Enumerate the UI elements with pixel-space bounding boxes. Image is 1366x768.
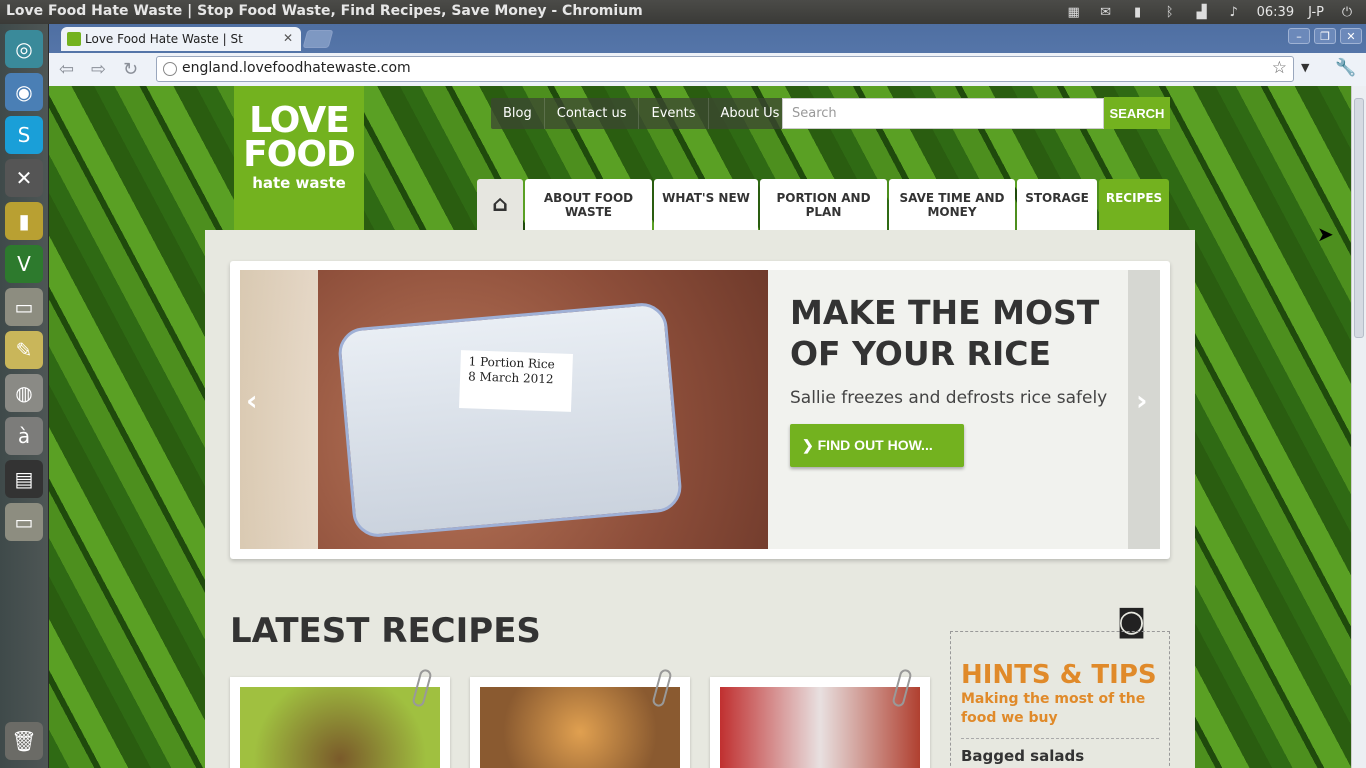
url-text: england.lovefoodhatewaste.com: [182, 60, 411, 76]
maximize-icon[interactable]: ❐: [1314, 28, 1336, 44]
recipe-card[interactable]: [710, 668, 930, 768]
recipe-card[interactable]: [230, 668, 450, 768]
slide-heading: MAKE THE MOST OF YOUR RICE: [790, 293, 1100, 373]
os-top-bar: Love Food Hate Waste | Stop Food Waste, …: [0, 0, 1366, 24]
site-logo[interactable]: LOVE FOOD hate waste: [234, 86, 364, 246]
scrollbar-thumb[interactable]: [1354, 98, 1364, 338]
recipe-image: [480, 687, 680, 768]
close-tab-icon[interactable]: ✕: [283, 31, 293, 45]
hints-title: HINTS & TIPS: [961, 660, 1157, 690]
search-button[interactable]: SEARCH: [1104, 97, 1170, 129]
settings-icon[interactable]: ✕: [5, 159, 43, 197]
browser-toolbar: ⇦ ⇨ ↻ england.lovefoodhatewaste.com ☆ ▼ …: [49, 53, 1366, 86]
terminal-icon[interactable]: ▤: [5, 460, 43, 498]
page-scrollbar[interactable]: [1351, 86, 1366, 768]
new-tab-button[interactable]: [302, 30, 334, 48]
files-icon[interactable]: ▭: [5, 288, 43, 326]
tab-recipes[interactable]: RECIPES: [1099, 179, 1169, 230]
next-arrow-icon[interactable]: ›: [1136, 384, 1148, 417]
character-map-icon[interactable]: à: [5, 417, 43, 455]
back-icon[interactable]: ⇦: [59, 59, 74, 80]
keyboard-icon[interactable]: ▦: [1065, 4, 1083, 20]
hints-link-bagged-salads[interactable]: Bagged salads: [961, 747, 1159, 765]
reload-icon[interactable]: ↻: [123, 59, 138, 80]
main-nav: ⌂ ABOUT FOOD WASTE WHAT'S NEW PORTION AN…: [477, 179, 1169, 230]
forward-icon[interactable]: ⇨: [91, 59, 106, 80]
recipe-image: [720, 687, 920, 768]
skype-icon[interactable]: S: [5, 116, 43, 154]
cta-label: FIND OUT HOW...: [817, 437, 933, 453]
utility-nav: Blog Contact us Events About Us: [491, 98, 793, 129]
slide-subtitle: Sallie freezes and defrosts rice safely: [790, 388, 1108, 408]
divider: [961, 738, 1159, 739]
slide-caption: MAKE THE MOST OF YOUR RICE Sallie freeze…: [768, 270, 1128, 549]
logo-line-hate-waste: hate waste: [252, 174, 346, 192]
tab-title: Love Food Hate Waste | St: [85, 32, 243, 46]
vim-icon[interactable]: V: [5, 245, 43, 283]
mail-icon[interactable]: ✉: [1097, 4, 1115, 20]
tab-about-food-waste[interactable]: ABOUT FOOD WASTE: [525, 179, 652, 230]
minimize-icon[interactable]: –: [1288, 28, 1310, 44]
recipe-card[interactable]: [470, 668, 690, 768]
page-viewport: LOVE FOOD hate waste Blog Contact us Eve…: [49, 86, 1351, 768]
address-bar[interactable]: england.lovefoodhatewaste.com ☆: [156, 56, 1294, 82]
window-controls: – ❐ ✕: [1288, 28, 1362, 44]
tab-whats-new[interactable]: WHAT'S NEW: [654, 179, 758, 230]
home-icon[interactable]: ⌂: [477, 179, 523, 230]
favicon-icon: [67, 32, 81, 46]
nav-link-blog[interactable]: Blog: [491, 98, 545, 129]
text-editor-icon[interactable]: ✎: [5, 331, 43, 369]
system-tray: ▦ ✉ ▮ ᛒ ▟ ♪ 06:39 J-P ⏻: [1065, 0, 1366, 24]
wrench-icon[interactable]: 🔧: [1335, 58, 1356, 78]
bookmark-star-icon[interactable]: ☆: [1272, 58, 1287, 78]
chromium-icon[interactable]: ◉: [5, 73, 43, 111]
search-input[interactable]: Search: [782, 98, 1104, 129]
user-menu[interactable]: J-P: [1308, 5, 1324, 20]
tab-storage[interactable]: STORAGE: [1017, 179, 1097, 230]
logo-line-love: LOVE: [249, 100, 350, 141]
container-label: 1 Portion Rice 8 March 2012: [459, 350, 573, 412]
battery-icon[interactable]: ▮: [1129, 4, 1147, 20]
clock[interactable]: 06:39: [1257, 5, 1294, 20]
globe-icon: [163, 62, 177, 76]
logo-line-food: FOOD: [243, 134, 356, 175]
bluetooth-icon[interactable]: ᛒ: [1161, 4, 1179, 20]
dash-icon[interactable]: ◎: [5, 30, 43, 68]
window-title: Love Food Hate Waste | Stop Food Waste, …: [6, 3, 643, 19]
recipe-image: [240, 687, 440, 768]
chevron-right-icon: ❯: [802, 437, 818, 453]
tab-portion-and-plan[interactable]: PORTION AND PLAN: [760, 179, 887, 230]
volume-icon[interactable]: ♪: [1225, 4, 1243, 20]
prev-arrow-icon[interactable]: ‹: [246, 384, 258, 417]
mouse-pointer-icon: ➤: [1317, 222, 1334, 246]
folder-icon[interactable]: ▭: [5, 503, 43, 541]
tab-save-time-money[interactable]: SAVE TIME AND MONEY: [889, 179, 1015, 230]
hero-slider: 1 Portion Rice 8 March 2012 MAKE THE MOS…: [230, 261, 1170, 559]
nav-link-about[interactable]: About Us: [709, 98, 793, 129]
trash-icon[interactable]: 🗑: [5, 722, 43, 760]
speaker-icon[interactable]: ◍: [5, 374, 43, 412]
latest-recipes-heading: LATEST RECIPES: [230, 611, 541, 651]
hints-subtitle: Making the most of the food we buy: [961, 691, 1146, 726]
session-icon[interactable]: ⏻: [1338, 4, 1356, 20]
nav-link-events[interactable]: Events: [639, 98, 709, 129]
browser-frame: Love Food Hate Waste | St ✕ – ❐ ✕ ⇦ ⇨ ↻ …: [49, 24, 1366, 86]
nav-link-contact[interactable]: Contact us: [545, 98, 640, 129]
browser-tab[interactable]: Love Food Hate Waste | St ✕: [61, 27, 301, 51]
launcher: ◎ ◉ S ✕ ▮ V ▭ ✎ ◍ à ▤ ▭ 🗑: [0, 24, 49, 768]
chevron-down-icon[interactable]: ▼: [1301, 61, 1309, 74]
find-out-how-button[interactable]: ❯ FIND OUT HOW...: [790, 424, 964, 467]
close-window-icon[interactable]: ✕: [1340, 28, 1362, 44]
hints-and-tips-box: HINTS & TIPS Making the most of the food…: [950, 631, 1170, 768]
slide-image: 1 Portion Rice 8 March 2012: [240, 270, 768, 549]
food-container: [336, 301, 684, 539]
network-icon[interactable]: ▟: [1193, 4, 1211, 20]
usb-creator-icon[interactable]: ▮: [5, 202, 43, 240]
